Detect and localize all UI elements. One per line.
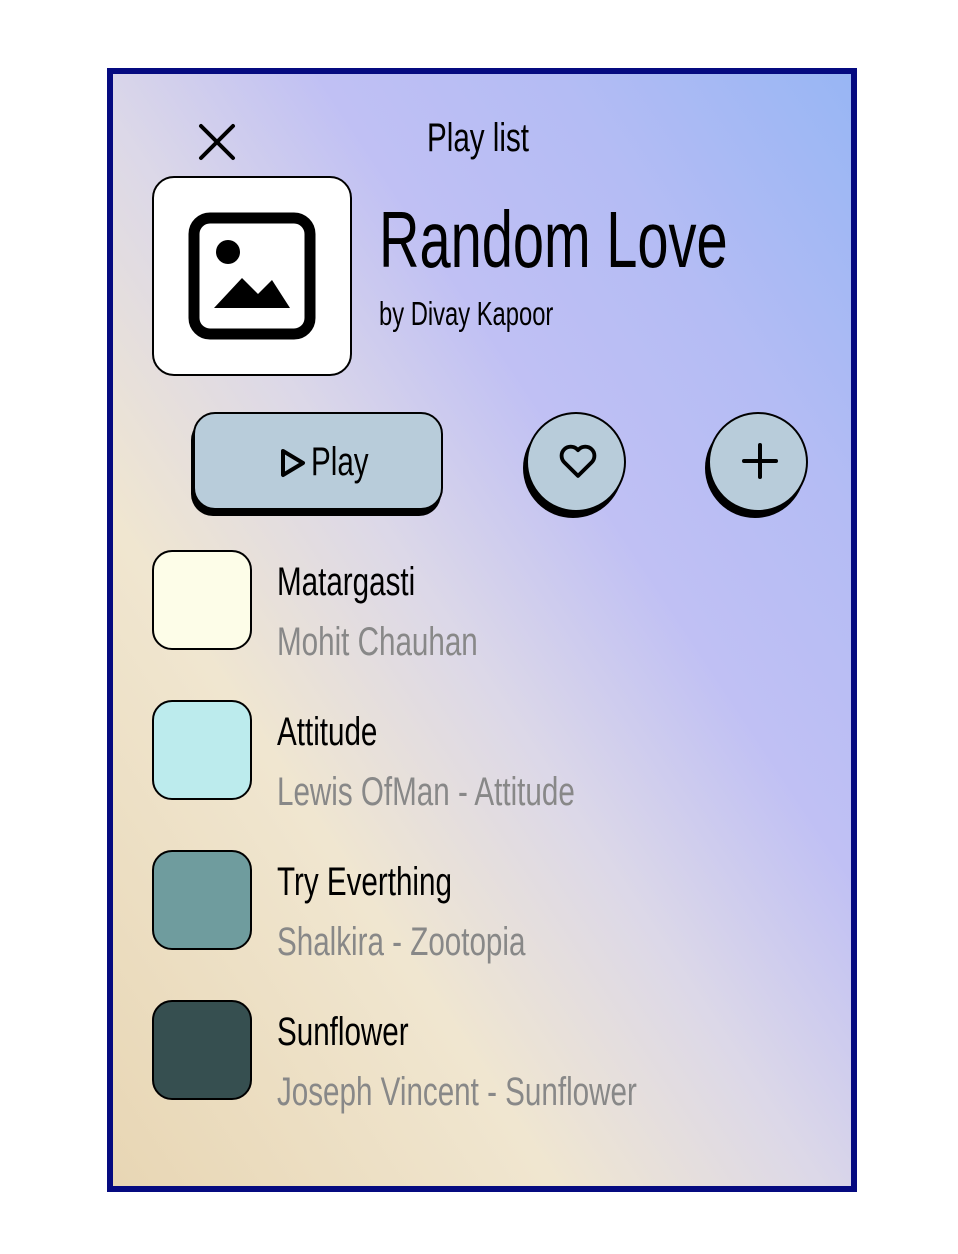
close-button[interactable]: [195, 120, 239, 164]
song-title: Attitude: [277, 710, 378, 754]
play-icon: [281, 449, 305, 477]
button-face: Play: [193, 412, 443, 510]
play-button-label: Play: [311, 440, 369, 484]
image-placeholder-icon: [188, 212, 316, 340]
song-cover: [152, 850, 252, 950]
song-artist: Joseph Vincent - Sunflower: [277, 1070, 637, 1114]
song-title: Matargasti: [277, 560, 416, 604]
song-title: Try Everthing: [277, 860, 452, 904]
song-cover: [152, 550, 252, 650]
song-cover: [152, 1000, 252, 1100]
close-icon: [199, 124, 235, 160]
playlist-name: Random Love: [379, 195, 728, 284]
song-artist: Lewis OfMan - Attitude: [277, 770, 575, 814]
plus-icon: [742, 443, 778, 479]
song-row[interactable]: Attitude Lewis OfMan - Attitude: [152, 700, 832, 850]
button-face: [708, 412, 808, 512]
playlist-cover: [152, 176, 352, 376]
add-button[interactable]: [705, 412, 809, 518]
song-row[interactable]: Sunflower Joseph Vincent - Sunflower: [152, 1000, 832, 1150]
page-title: Play list: [427, 116, 529, 160]
playlist-card: Play list Random Love by Divay Kapoor Pl…: [107, 68, 857, 1192]
play-button[interactable]: Play: [191, 412, 443, 516]
song-row[interactable]: Matargasti Mohit Chauhan: [152, 550, 832, 700]
button-face: [526, 412, 626, 512]
song-list: Matargasti Mohit Chauhan Attitude Lewis …: [152, 550, 832, 1150]
song-row[interactable]: Try Everthing Shalkira - Zootopia: [152, 850, 832, 1000]
heart-icon: [559, 444, 597, 478]
song-cover: [152, 700, 252, 800]
playlist-author: by Divay Kapoor: [379, 295, 554, 332]
song-artist: Mohit Chauhan: [277, 620, 478, 664]
song-title: Sunflower: [277, 1010, 409, 1054]
song-artist: Shalkira - Zootopia: [277, 920, 526, 964]
like-button[interactable]: [523, 412, 627, 518]
